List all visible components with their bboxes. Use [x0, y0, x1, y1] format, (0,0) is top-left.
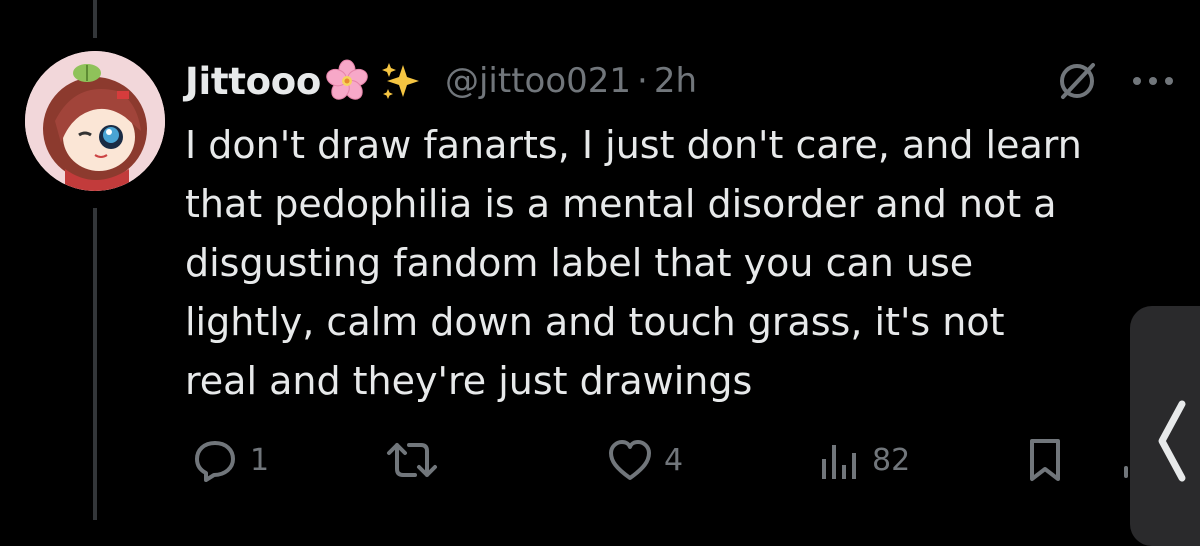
- thread-line-top: [93, 0, 97, 38]
- share-icon-fragment: [1124, 466, 1128, 478]
- header-actions: [1051, 55, 1175, 107]
- author-handle[interactable]: @jittoo021: [445, 61, 631, 101]
- bookmark-button[interactable]: [1027, 432, 1063, 488]
- like-icon: [609, 440, 651, 480]
- like-button[interactable]: 4: [606, 432, 683, 488]
- sparkles-icon: [379, 59, 423, 103]
- views-button[interactable]: 82: [816, 432, 910, 488]
- avatar[interactable]: [25, 51, 165, 191]
- reply-icon: [195, 441, 235, 482]
- reply-button[interactable]: 1: [190, 432, 269, 488]
- action-bar: 1 4 82: [0, 432, 1200, 488]
- repost-icon: [387, 443, 437, 477]
- tweet-header: Jittooo @jittoo021 · 2h: [185, 55, 1175, 107]
- tweet-text: I don't draw fanarts, I just don't care,…: [185, 123, 1082, 403]
- bookmark-icon: [1030, 439, 1060, 481]
- views-icon: [822, 445, 856, 479]
- side-drawer-handle[interactable]: [1130, 306, 1200, 546]
- author-name[interactable]: Jittooo: [185, 60, 321, 103]
- chevron-left-icon: [1158, 400, 1186, 482]
- repost-button[interactable]: [383, 432, 451, 488]
- cherry-blossom-icon: [325, 59, 369, 103]
- grok-icon[interactable]: [1051, 55, 1103, 107]
- tweet-timestamp[interactable]: 2h: [654, 61, 697, 101]
- avatar-image: [25, 51, 165, 191]
- reply-count: 1: [250, 442, 270, 478]
- like-count: 4: [664, 442, 684, 478]
- more-icon[interactable]: [1131, 75, 1175, 87]
- views-count: 82: [872, 442, 911, 478]
- header-separator: ·: [637, 61, 648, 101]
